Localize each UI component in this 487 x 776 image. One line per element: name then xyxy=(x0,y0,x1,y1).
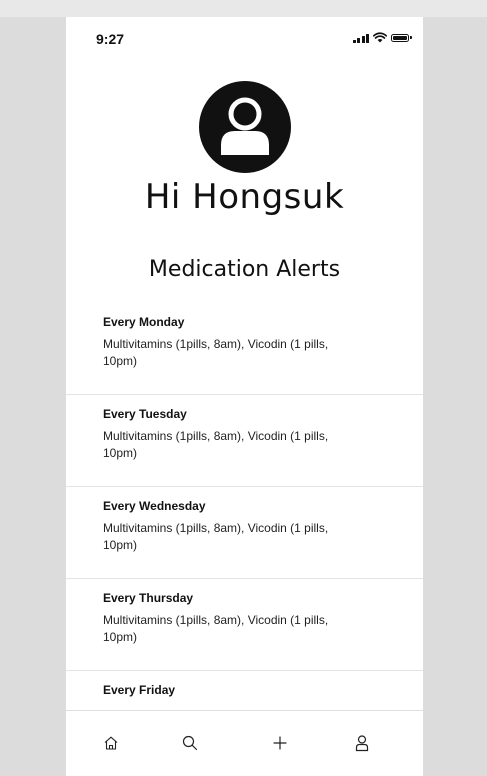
tab-bar xyxy=(66,710,423,776)
user-avatar-icon[interactable] xyxy=(199,81,291,173)
alert-day: Every Wednesday xyxy=(103,499,206,513)
profile-icon[interactable] xyxy=(350,731,374,755)
section-title: Medication Alerts xyxy=(148,257,341,282)
alert-detail: Multivitamins (1pills, 8am), Vicodin (1 … xyxy=(103,521,329,552)
top-strip xyxy=(0,0,487,17)
plus-icon[interactable] xyxy=(268,731,292,755)
alert-day: Every Thursday xyxy=(103,591,194,605)
alert-day: Every Monday xyxy=(103,315,185,329)
status-bar: 9:27 xyxy=(66,17,423,61)
wifi-icon xyxy=(373,32,387,43)
medication-alert-list: Every Monday Multivitamins (1pills, 8am)… xyxy=(66,303,423,763)
alert-detail: Multivitamins (1pills, 8am), Vicodin (1 … xyxy=(103,337,329,368)
alert-detail: Multivitamins (1pills, 8am), Vicodin (1 … xyxy=(103,429,329,460)
alert-item-thursday[interactable]: Every Thursday Multivitamins (1pills, 8a… xyxy=(66,579,423,671)
phone-screen: 9:27 Hi Hongsuk Medication Alerts Every … xyxy=(66,17,423,776)
greeting-heading: Hi Hongsuk xyxy=(144,177,345,217)
cellular-signal-icon xyxy=(352,33,369,43)
home-icon[interactable] xyxy=(99,731,123,755)
search-icon[interactable] xyxy=(178,731,202,755)
alert-item-tuesday[interactable]: Every Tuesday Multivitamins (1pills, 8am… xyxy=(66,395,423,487)
alert-day: Every Friday xyxy=(103,683,176,697)
status-time: 9:27 xyxy=(96,31,125,47)
alert-day: Every Tuesday xyxy=(103,407,187,421)
alert-item-monday[interactable]: Every Monday Multivitamins (1pills, 8am)… xyxy=(66,303,423,395)
alert-detail: Multivitamins (1pills, 8am), Vicodin (1 … xyxy=(103,613,329,644)
status-icons xyxy=(352,32,412,43)
alert-item-wednesday[interactable]: Every Wednesday Multivitamins (1pills, 8… xyxy=(66,487,423,579)
battery-icon xyxy=(391,33,412,42)
